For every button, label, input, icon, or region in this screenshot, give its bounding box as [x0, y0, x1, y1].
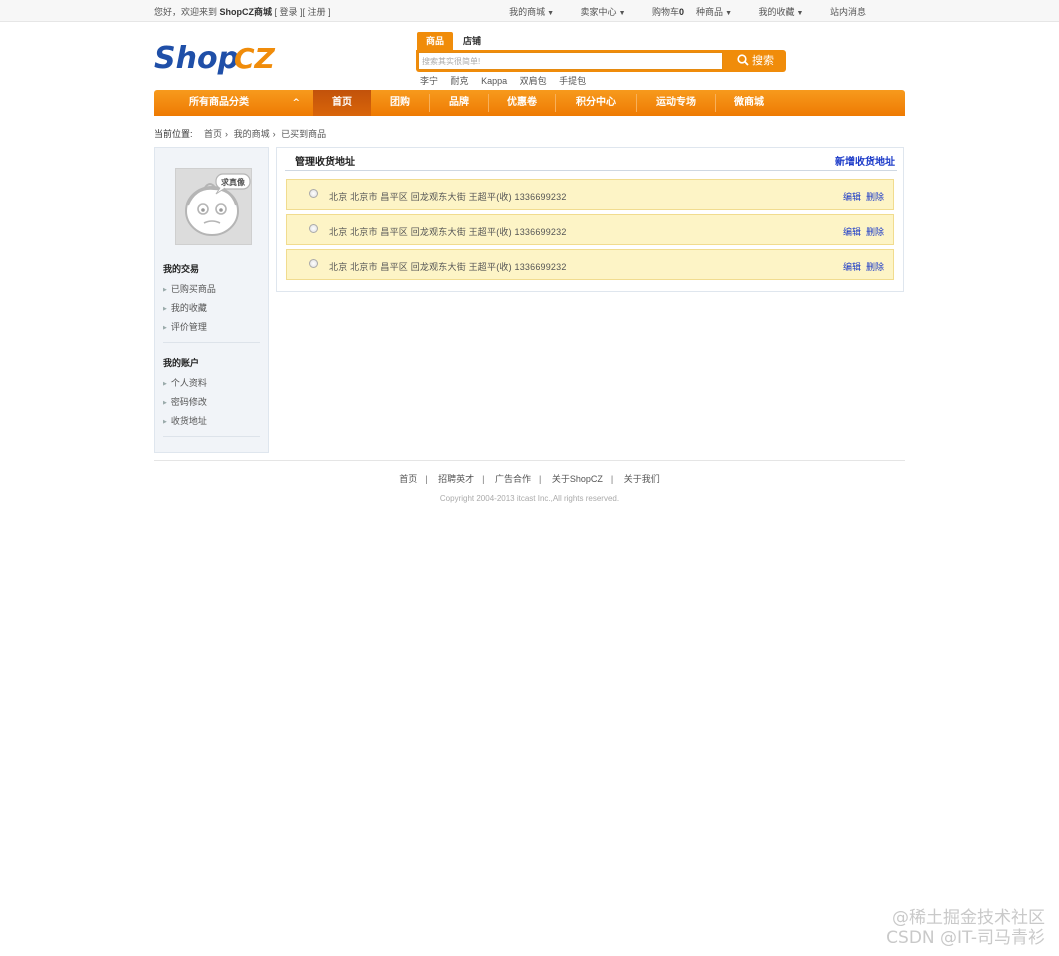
nav-item-coupons[interactable]: 优惠卷 [489, 90, 555, 116]
cart-count: 0 [679, 7, 685, 17]
tab-goods[interactable]: 商品 [417, 32, 454, 50]
hot-words: 李宁 耐克 Kappa 双肩包 手提包 [420, 74, 596, 87]
bullet-icon: ▶ [163, 287, 167, 293]
caret-down-icon: ▼ [796, 10, 804, 17]
nav-item-group-buy[interactable]: 团购 [371, 90, 429, 116]
bullet-icon: ▶ [163, 400, 167, 406]
nav-item-micro-mall[interactable]: 微商城 [716, 90, 782, 116]
bullet-icon: ▶ [163, 306, 167, 312]
address-text: 北京 北京市 昌平区 回龙观东大街 王超平(收) 1336699232 [329, 262, 567, 272]
sidebar-group-account: 我的账户 [163, 358, 200, 368]
nav-item-sports[interactable]: 运动专场 [637, 90, 715, 116]
nav-item-points[interactable]: 积分中心 [556, 90, 636, 116]
top-bar: 您好，欢迎来到 ShopCZ商城 [ 登录 ][ 注册 ] 我的商城 ▼ 卖家中心… [0, 0, 1059, 22]
address-radio[interactable] [309, 259, 318, 268]
footer-link-careers[interactable]: 招聘英才 [438, 474, 474, 484]
footer-links: 首页 | 招聘英才 | 广告合作 | 关于ShopCZ | 关于我们 [399, 474, 660, 484]
bullet-icon: ▶ [163, 419, 167, 425]
seller-center-link[interactable]: 卖家中心 ▼ [569, 7, 626, 17]
breadcrumb-separator: › [225, 129, 229, 139]
edit-address-link[interactable]: 编辑 [843, 192, 861, 202]
footer-link-home[interactable]: 首页 [399, 474, 417, 484]
edit-address-link[interactable]: 编辑 [843, 227, 861, 237]
delete-address-link[interactable]: 删除 [866, 227, 884, 237]
nav-item-home[interactable]: 首页 [313, 90, 371, 116]
breadcrumb-separator: › [272, 129, 276, 139]
sidebar-group-trades: 我的交易 [163, 264, 200, 274]
shop-name: ShopCZ商城 [219, 7, 273, 17]
search-icon [737, 54, 749, 66]
search-bar: 搜索 [416, 50, 786, 72]
sidebar-item-addresses[interactable]: ▶ 收货地址 [163, 414, 207, 427]
hot-word[interactable]: 双肩包 [520, 76, 547, 86]
edit-address-link[interactable]: 编辑 [843, 262, 861, 272]
breadcrumb-item-my-mall[interactable]: 我的商城 [234, 129, 270, 139]
welcome-prefix: 您好，欢迎来到 [154, 7, 218, 17]
delete-address-link[interactable]: 删除 [866, 262, 884, 272]
breadcrumb-label: 当前位置: [154, 129, 193, 139]
address-radio[interactable] [309, 224, 318, 233]
top-links: 我的商城 ▼ 卖家中心 ▼ 购物车0 种商品 ▼ 我的收藏 ▼ 站内消息 [485, 5, 866, 18]
address-row: 北京 北京市 昌平区 回龙观东大街 王超平(收) 1336699232 编辑 删除 [286, 214, 894, 245]
address-row: 北京 北京市 昌平区 回龙观东大街 王超平(收) 1336699232 编辑 删除 [286, 249, 894, 280]
title-divider [285, 170, 897, 171]
footer-link-advertising[interactable]: 广告合作 [495, 474, 531, 484]
sidebar-item-purchased[interactable]: ▶ 已购买商品 [163, 282, 216, 295]
favorites-link[interactable]: 我的收藏 ▼ [747, 7, 804, 17]
watermark: @稀土掘金技术社区 CSDN @IT-司马青衫 [886, 908, 1045, 948]
all-categories-button[interactable]: 所有商品分类 ^ [154, 90, 312, 116]
hot-word[interactable]: Kappa [481, 76, 507, 86]
caret-down-icon: ▼ [618, 10, 626, 17]
messages-link[interactable]: 站内消息 [818, 7, 866, 17]
tab-stores[interactable]: 店铺 [454, 32, 490, 50]
sidebar: 求真像 我的交易 ▶ 已购买商品 ▶ 我的收藏 ▶ 评价管理 我的账户 ▶ 个人资料 ▶… [154, 147, 269, 453]
caret-down-icon: ▼ [547, 10, 555, 17]
cart-link[interactable]: 购物车0 种商品 ▼ [640, 7, 732, 17]
sidebar-item-reviews[interactable]: ▶ 评价管理 [163, 320, 207, 333]
hot-word[interactable]: 手提包 [559, 76, 586, 86]
add-address-link[interactable]: 新增收货地址 [835, 153, 895, 168]
caret-down-icon: ▼ [725, 10, 732, 17]
breadcrumb-item-home[interactable]: 首页 [204, 129, 222, 139]
address-radio[interactable] [309, 189, 318, 198]
footer-link-about-us[interactable]: 关于我们 [624, 474, 660, 484]
sidebar-item-password[interactable]: ▶ 密码修改 [163, 395, 207, 408]
search-tabs: 商品 店铺 [416, 32, 786, 50]
delete-address-link[interactable]: 删除 [866, 192, 884, 202]
search-button[interactable]: 搜索 [725, 50, 786, 72]
address-text: 北京 北京市 昌平区 回龙观东大街 王超平(收) 1336699232 [329, 227, 567, 237]
footer-link-about-shopcz[interactable]: 关于ShopCZ [552, 474, 603, 484]
svg-text:Shop: Shop [154, 41, 239, 76]
breadcrumb: 当前位置: 首页 › 我的商城 › 已买到商品 [154, 127, 329, 140]
login-link[interactable]: [ 登录 ] [275, 7, 303, 17]
footer-divider [154, 460, 905, 461]
page-title: 管理收货地址 [295, 157, 355, 168]
sidebar-item-profile[interactable]: ▶ 个人资料 [163, 376, 207, 389]
breadcrumb-item-current: 已买到商品 [281, 129, 327, 139]
address-row: 北京 北京市 昌平区 回龙观东大街 王超平(收) 1336699232 编辑 删除 [286, 179, 894, 210]
copyright: Copyright 2004-2013 itcast Inc.,All righ… [439, 494, 620, 503]
sidebar-item-favorites[interactable]: ▶ 我的收藏 [163, 301, 207, 314]
sidebar-divider [163, 436, 260, 437]
nav-item-brand[interactable]: 品牌 [430, 90, 488, 116]
svg-text:CZ: CZ [234, 42, 276, 75]
search-area: 商品 店铺 搜索 [416, 32, 786, 72]
search-input[interactable] [418, 52, 723, 70]
shopcz-logo[interactable]: Shop CZ [154, 38, 279, 78]
my-mall-link[interactable]: 我的商城 ▼ [497, 7, 554, 17]
svg-text:求真像: 求真像 [221, 177, 246, 187]
sidebar-divider [163, 342, 260, 343]
welcome-text: 您好，欢迎来到 ShopCZ商城 [ 登录 ][ 注册 ] [154, 5, 331, 18]
hot-word[interactable]: 耐克 [451, 76, 469, 86]
register-link[interactable]: [ 注册 ] [303, 7, 331, 17]
avatar: 求真像 [175, 168, 252, 245]
bullet-icon: ▶ [163, 381, 167, 387]
chevron-up-icon: ^ [292, 98, 300, 108]
bullet-icon: ▶ [163, 325, 167, 331]
address-panel: 管理收货地址 新增收货地址 北京 北京市 昌平区 回龙观东大街 王超平(收) 1… [276, 147, 904, 292]
address-text: 北京 北京市 昌平区 回龙观东大街 王超平(收) 1336699232 [329, 192, 567, 202]
hot-word[interactable]: 李宁 [420, 76, 438, 86]
main-nav: 所有商品分类 ^ 首页 团购 品牌 优惠卷 积分中心 运动专场 微商城 [154, 90, 905, 116]
